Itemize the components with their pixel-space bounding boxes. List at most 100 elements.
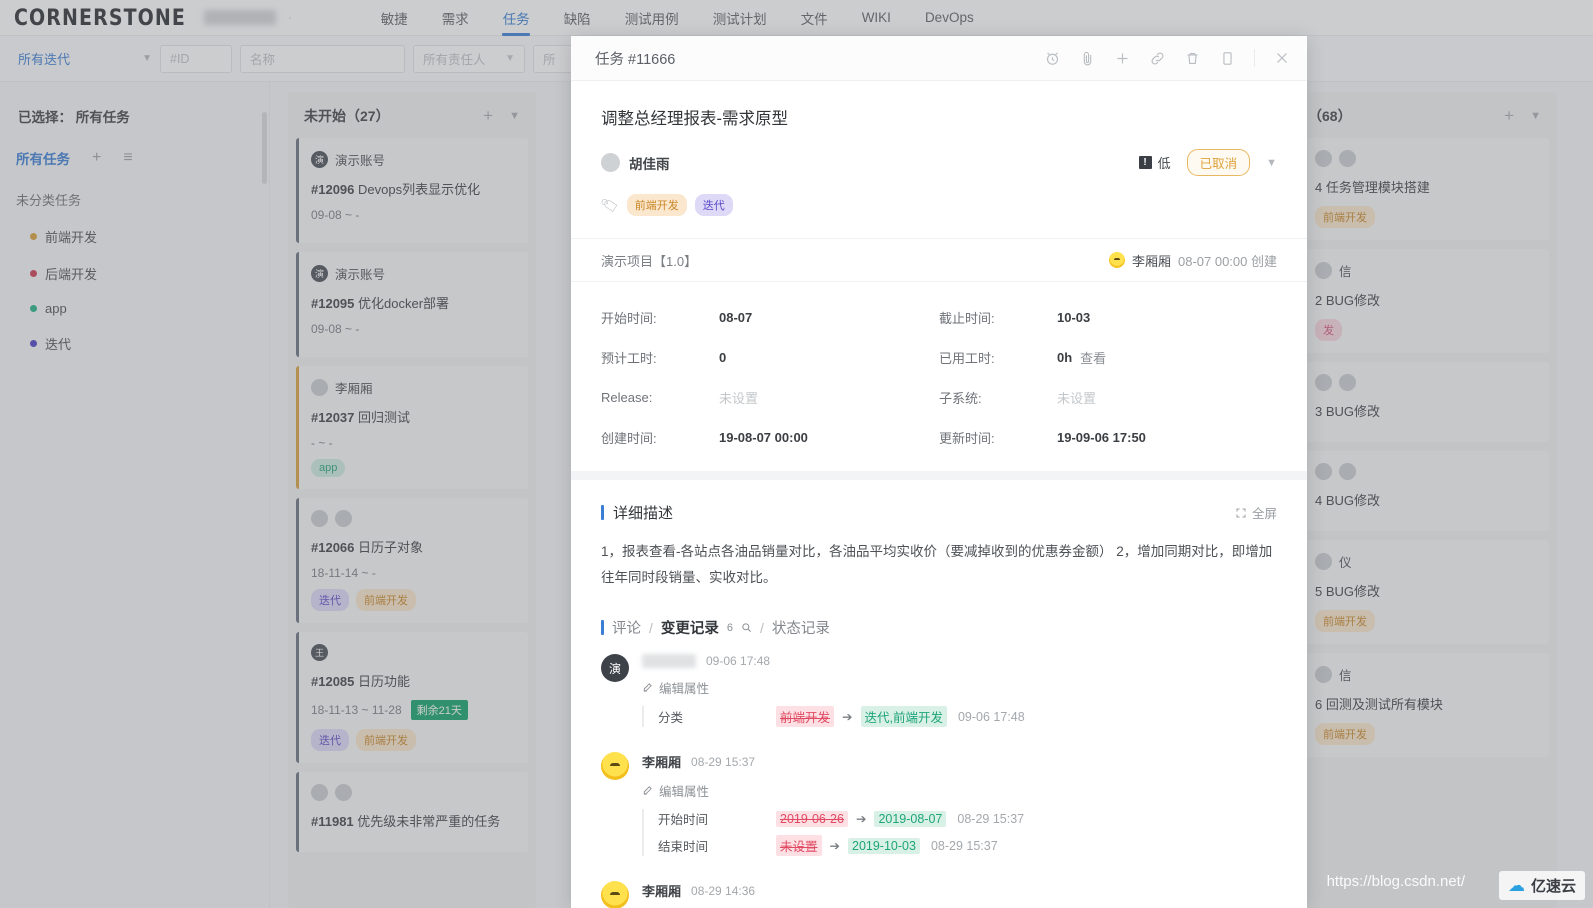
change-new-value: 2019-10-03 [848,837,920,854]
section-divider [571,471,1307,480]
change-log-row: 开始时间 2019-06-26 ➔ 2019-08-07 08-29 15:37 [658,809,1277,828]
field-value[interactable]: 19-09-06 17:50 [1057,430,1146,445]
field-value[interactable]: 0h [1057,350,1072,365]
alarm-icon[interactable] [1044,50,1061,67]
task-detail-modal: 任务 #11666 调整总经理报表-需求原型 胡佳雨 ! 低 已取消 ▼ 🏷 前… [571,36,1307,908]
assignee-block[interactable]: 胡佳雨 [601,153,670,173]
change-old-value: 2019-06-26 [776,810,848,827]
modal-summary-section: 调整总经理报表-需求原型 胡佳雨 ! 低 已取消 ▼ 🏷 前端开发 迭代 [571,81,1307,238]
close-icon[interactable] [1273,49,1291,67]
avatar [601,752,629,780]
modal-header: 任务 #11666 [571,36,1307,81]
modal-title: 任务 #11666 [595,51,676,68]
field-row: 开始时间: 08-07 [601,308,939,327]
avatar: 演 [601,654,629,682]
change-log-action-label: 编辑属性 [659,785,710,799]
field-label: 子系统: [939,391,982,406]
chevron-down-icon[interactable]: ▼ [1266,157,1277,169]
tab-separator: / [760,619,764,636]
field-value[interactable]: 0 [719,350,726,365]
creator-name: 李厢厢 [1131,253,1171,269]
change-log-content: 09-06 17:48 编辑属性 分类 前端开发 ➔ 迭代,前端开发 09-06 17:48 [642,654,1277,734]
edit-icon [643,683,652,692]
edit-icon [643,786,652,795]
task-tags: 🏷 前端开发 迭代 [599,194,1277,238]
tag-item[interactable]: 前端开发 [626,194,687,216]
change-field-name: 分类 [658,711,684,725]
trash-icon[interactable] [1184,50,1201,67]
cloud-icon: ☁ [1507,875,1525,895]
field-row: 截止时间: 10-03 [939,308,1277,327]
change-log-action-label: 编辑属性 [659,682,710,696]
priority-indicator[interactable]: ! 低 [1138,153,1171,172]
change-log-item: 李厢厢 08-29 15:37 编辑属性 开始时间 2019-06-26 ➔ 2019-08… [601,752,1277,863]
change-log-action: 编辑属性 [642,781,1277,800]
tab-change-log[interactable]: 变更记录 [661,617,719,638]
exclamation-icon: ! [1138,156,1152,169]
search-icon[interactable] [741,622,752,633]
change-log-time: 08-29 15:37 [691,754,756,769]
tag-item[interactable]: 迭代 [694,194,733,216]
change-count: 6 [726,621,734,634]
change-old-value: 前端开发 [776,706,835,727]
section-marker [601,620,604,635]
change-log-author: 李厢厢 [642,884,682,899]
avatar [601,881,629,908]
arrow-icon: ➔ [855,812,867,826]
description-title: 详细描述 [613,505,674,522]
modal-body: 调整总经理报表-需求原型 胡佳雨 ! 低 已取消 ▼ 🏷 前端开发 迭代 演示项… [571,81,1307,908]
change-log-time: 09-06 17:48 [706,654,771,668]
project-row: 演示项目【1.0】 李厢厢 08-07 00:00 创建 [571,238,1307,282]
link-icon[interactable] [1149,50,1166,67]
watermark-logo-text: 亿速云 [1530,878,1576,895]
change-row-time: 08-29 15:37 [957,811,1025,826]
field-value[interactable]: 10-03 [1057,310,1090,325]
field-label: 已用工时: [939,351,995,366]
arrow-icon: ➔ [829,839,840,853]
status-badge[interactable]: 已取消 [1186,149,1251,176]
change-log-row: 分类 前端开发 ➔ 迭代,前端开发 09-06 17:48 [658,706,1277,727]
task-title: 调整总经理报表-需求原型 [601,110,788,128]
field-row: 子系统: 未设置 [939,388,1277,407]
change-field-name: 结束时间 [658,840,709,854]
field-value[interactable]: 未设置 [1057,388,1096,407]
tab-comment[interactable]: 评论 [612,617,641,638]
assignee-row: 胡佳雨 ! 低 已取消 ▼ [601,149,1277,176]
tab-status-log[interactable]: 状态记录 [772,617,830,638]
field-label: 截止时间: [939,311,995,326]
field-label: 开始时间: [601,311,657,326]
change-row-time: 09-06 17:48 [957,709,1025,724]
field-row: 创建时间: 19-08-07 00:00 [601,428,939,447]
priority-label: 低 [1157,156,1171,171]
project-name[interactable]: 演示项目【1.0】 [601,251,697,270]
field-value[interactable]: 19-08-07 00:00 [719,430,808,445]
field-value[interactable]: 未设置 [719,388,758,407]
change-new-value: 迭代,前端开发 [860,706,947,727]
field-row: Release: 未设置 [601,388,939,407]
fullscreen-button[interactable]: 全屏 [1235,503,1277,522]
plus-icon[interactable] [1114,50,1131,67]
field-row: 更新时间: 19-09-06 17:50 [939,428,1277,447]
change-log-item: 李厢厢08-29 14:36编辑属性分类未设置➔前端开发08-29 14:36 [601,881,1277,908]
change-log-row: 结束时间 未设置 ➔ 2019-10-03 08-29 15:37 [658,835,1277,856]
change-log-list: 演 09-06 17:48 编辑属性 分类 前端开发 ➔ 迭代,前端开发 09-06 17:4… [571,638,1307,908]
description-text: 1，报表查看-各站点各油品销量对比，各油品平均实收价（要减掉收到的优惠券金额） … [601,544,1273,585]
field-label: 更新时间: [939,431,995,446]
task-fields: 开始时间: 08-07 截止时间: 10-03 预计工时: 0 已用工时: 0h 查看 Relea… [571,282,1307,471]
field-label: 预计工时: [601,351,657,366]
change-log-author [642,654,696,668]
field-label: 创建时间: [601,431,657,446]
fullscreen-label: 全屏 [1251,507,1277,521]
field-link[interactable]: 查看 [1080,348,1106,367]
field-label: Release: [601,390,653,405]
change-log-meta: 李厢厢 08-29 15:37 [642,752,1277,771]
change-log-meta: 09-06 17:48 [642,654,1277,668]
watermark-url: https://blog.csdn.net/ [1326,873,1465,890]
activity-tabs: 评论 / 变更记录 6 / 状态记录 [571,591,1307,638]
field-value[interactable]: 08-07 [719,310,752,325]
paperclip-icon[interactable] [1079,50,1096,67]
change-log-content: 李厢厢 08-29 15:37 编辑属性 开始时间 2019-06-26 ➔ 2019-08… [642,752,1277,863]
description-title-wrap: 详细描述 [601,502,673,523]
copy-icon[interactable] [1219,50,1236,67]
change-log-author: 李厢厢 [642,755,682,770]
